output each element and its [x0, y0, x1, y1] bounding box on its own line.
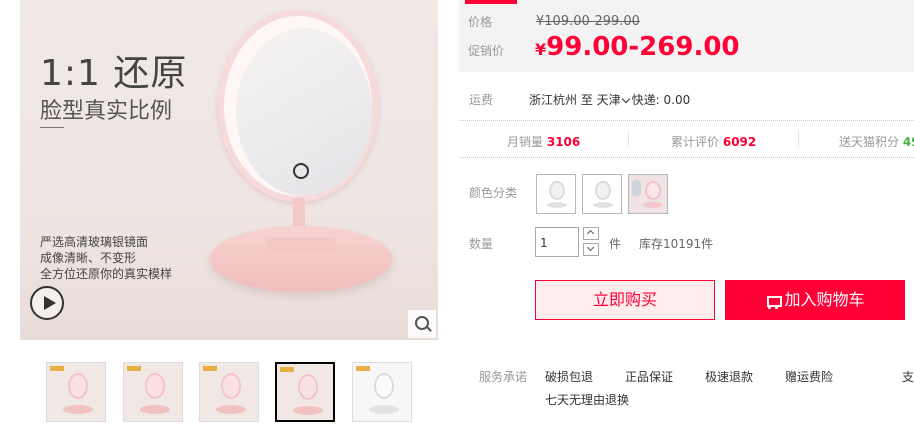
service-item[interactable]: 破损包退	[545, 368, 593, 385]
thumbnail-strip	[46, 362, 416, 422]
sales-stats: 月销量 3106 累计评价 6092 送天猫积分 49	[459, 120, 914, 158]
monthly-sales-label: 月销量	[507, 135, 544, 149]
color-option-1[interactable]	[536, 174, 576, 214]
promo-flag	[465, 0, 517, 4]
total-reviews[interactable]: 累计评价 6092	[671, 133, 756, 150]
tmall-points: 送天猫积分 49	[839, 133, 914, 150]
hero-description: 严选高清玻璃银镜面 成像清晰、不变形 全方位还原你的真实模样	[40, 234, 172, 282]
currency-symbol: ¥	[535, 40, 547, 59]
monthly-sales-value: 3106	[546, 135, 581, 149]
promo-price: ¥99.00-269.00	[535, 32, 740, 62]
points-value: 49	[902, 135, 914, 149]
promo-price-value: 99.00-269.00	[546, 32, 740, 62]
stock-count: 库存10191件	[639, 237, 714, 251]
stats-divider	[628, 131, 629, 147]
service-item[interactable]: 支	[902, 368, 914, 385]
hero-description-line: 严选高清玻璃银镜面	[40, 235, 149, 249]
add-to-cart-label: 加入购物车	[784, 290, 865, 309]
points-label: 送天猫积分	[839, 135, 900, 149]
main-product-image[interactable]: 1:1 还原 脸型真实比例 严选高清玻璃银镜面 成像清晰、不变形 全方位还原你的…	[20, 0, 438, 340]
thumbnail-3[interactable]	[199, 362, 259, 422]
monthly-sales: 月销量 3106	[507, 133, 580, 150]
color-option-2[interactable]	[582, 174, 622, 214]
quantity-increase-icon[interactable]	[583, 227, 599, 240]
hero-divider	[40, 127, 64, 128]
quantity-decrease-icon[interactable]	[583, 243, 599, 256]
price-label: 价格	[468, 15, 493, 29]
quantity-label: 数量	[469, 237, 494, 251]
price-panel: 价格 ¥109.00-299.00 促销价 ¥99.00-269.00	[459, 0, 914, 72]
thumbnail-5[interactable]	[352, 362, 412, 422]
buy-now-button[interactable]: 立即购买	[535, 280, 715, 320]
quantity-input[interactable]: 1	[535, 227, 579, 257]
mirror-base	[210, 226, 392, 292]
promo-price-label: 促销价	[468, 44, 505, 58]
shipping-destination[interactable]: 浙江杭州 至 天津 快递: 0.00	[529, 91, 690, 108]
zoom-icon[interactable]	[408, 310, 436, 338]
service-item[interactable]: 极速退款	[705, 368, 753, 385]
mirror-base-slot	[266, 238, 336, 252]
reviews-value: 6092	[722, 135, 757, 149]
service-item[interactable]: 正品保证	[625, 368, 673, 385]
thumbnail-1[interactable]	[46, 362, 106, 422]
original-price: ¥109.00-299.00	[536, 14, 640, 29]
thumbnail-4[interactable]	[275, 362, 335, 422]
reviews-label: 累计评价	[671, 135, 720, 149]
hero-description-line: 成像清晰、不变形	[40, 251, 137, 265]
service-item[interactable]: 赠运费险	[785, 368, 833, 385]
shipping-label: 运费	[469, 93, 494, 107]
service-label: 服务承诺	[479, 370, 528, 384]
add-to-cart-button[interactable]: 加入购物车	[725, 280, 905, 320]
color-label: 颜色分类	[469, 186, 518, 200]
cart-icon	[765, 296, 783, 309]
chevron-down-icon	[621, 94, 630, 104]
thumbnail-2[interactable]	[123, 362, 183, 422]
hero-title: 1:1 还原	[40, 53, 188, 94]
stats-divider	[798, 131, 799, 147]
shipping-fee: 快递: 0.00	[631, 93, 691, 107]
shipping-route: 浙江杭州 至 天津	[529, 93, 621, 107]
hero-subtitle: 脸型真实比例	[40, 99, 173, 124]
color-option-3[interactable]	[628, 174, 668, 214]
play-video-icon[interactable]	[30, 286, 64, 320]
shipping-row: 运费 浙江杭州 至 天津 快递: 0.00	[459, 86, 914, 110]
service-item[interactable]: 七天无理由退换	[545, 391, 629, 408]
quantity-unit: 件	[609, 237, 622, 251]
touch-button-icon	[293, 163, 309, 179]
product-page: 1:1 还原 脸型真实比例 严选高清玻璃银镜面 成像清晰、不变形 全方位还原你的…	[0, 0, 914, 432]
hero-description-line: 全方位还原你的真实模样	[40, 267, 173, 281]
